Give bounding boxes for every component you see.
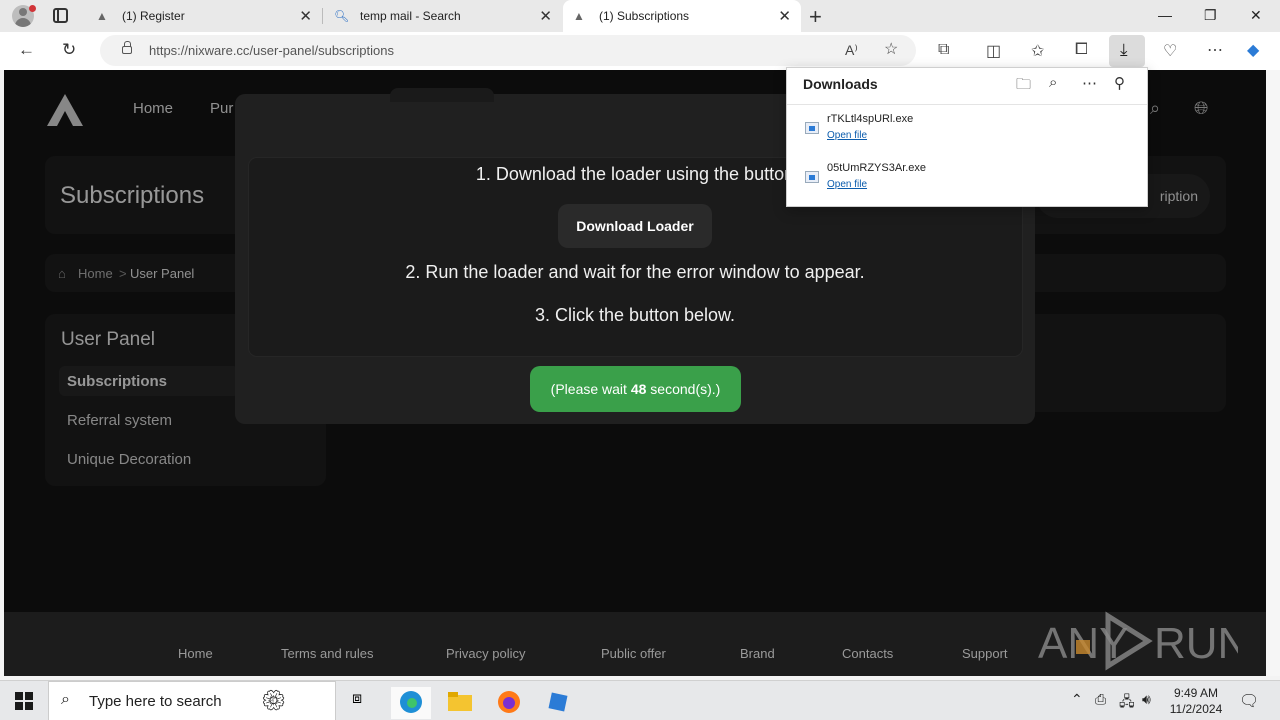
page-scrollbar[interactable] <box>1266 70 1280 676</box>
exe-file-icon <box>805 171 819 183</box>
volume-icon[interactable]: 🔊︎ <box>1142 691 1151 708</box>
downloads-title: Downloads <box>803 76 878 92</box>
download-filename[interactable]: rTKLtl4spURl.exe <box>827 113 913 125</box>
search-placeholder: Type here to search <box>89 693 222 710</box>
browser-essentials-icon[interactable]: ♡ <box>1163 41 1177 61</box>
file-explorer-icon[interactable] <box>440 687 480 719</box>
tab-title: (1) Register <box>122 9 185 23</box>
windows-taskbar: ⌕ Type here to search 🌼︎ ⧈ ⌃ ⎙ 🖧︎ 🔊︎ 9:4… <box>0 680 1280 720</box>
new-tab-button[interactable]: + <box>809 4 822 30</box>
task-view-icon[interactable]: ⧈ <box>342 687 382 719</box>
downloads-panel: Downloads 🗀︎ ⌕ ⋯ ⚲ rTKLtl4spURl.exe Open… <box>786 67 1148 207</box>
footer-link-terms[interactable]: Terms and rules <box>281 646 373 661</box>
tab-title: (1) Subscriptions <box>599 9 690 23</box>
instruction-step-3: 3. Click the button below. <box>534 305 736 325</box>
refresh-icon[interactable]: ↻ <box>62 40 76 60</box>
more-options-icon[interactable]: ⋯ <box>1082 74 1097 92</box>
footer-link-contacts[interactable]: Contacts <box>842 646 893 661</box>
search-icon: ⌕ <box>61 691 70 708</box>
taskbar-search-box[interactable]: ⌕ Type here to search 🌼︎ <box>48 681 336 720</box>
device-icon[interactable]: ⎙ <box>1095 691 1106 708</box>
wait-countdown-button[interactable]: (Please wait 48 second(s).) <box>530 366 741 412</box>
site-favicon-icon: ▲ <box>573 9 585 23</box>
clock-time: 9:49 AM <box>1173 686 1219 700</box>
app-taskbar-icon[interactable] <box>538 687 578 719</box>
search-highlight-icon: 🌼︎ <box>261 690 287 712</box>
site-favicon-icon: ▲ <box>96 9 108 23</box>
download-loader-button[interactable]: Download Loader <box>558 204 712 248</box>
download-icon: ⤓ <box>1120 40 1128 59</box>
download-filename[interactable]: 05tUmRZYS3Ar.exe <box>827 162 926 174</box>
tab-divider <box>322 8 323 24</box>
url-text[interactable]: https://nixware.cc/user-panel/subscripti… <box>149 43 394 58</box>
close-tab-icon[interactable]: ✕ <box>299 7 312 25</box>
taskbar-clock[interactable]: 9:49 AM 11/2/2024 <box>1166 685 1226 717</box>
downloads-button[interactable]: ⤓ <box>1109 35 1145 67</box>
read-aloud-icon[interactable]: A⁾ <box>845 42 858 59</box>
footer-link-brand[interactable]: Brand <box>740 646 775 661</box>
open-file-link[interactable]: Open file <box>827 179 867 190</box>
tab-temp-mail[interactable]: 🔍︎ temp mail - Search ✕ <box>324 0 562 32</box>
tab-register[interactable]: ▲ (1) Register ✕ <box>86 0 322 32</box>
show-hidden-icons[interactable]: ⌃ <box>1071 691 1083 708</box>
close-tab-icon[interactable]: ✕ <box>539 7 552 25</box>
close-tab-icon[interactable]: ✕ <box>778 7 791 25</box>
extensions-icon[interactable]: ⧉ <box>938 41 949 59</box>
browser-tab-bar: ▲ (1) Register ✕ 🔍︎ temp mail - Search ✕… <box>0 0 1280 32</box>
favorite-star-icon[interactable]: ☆ <box>884 39 898 59</box>
tab-title: temp mail - Search <box>360 9 461 23</box>
close-window-button[interactable]: ✕ <box>1250 7 1262 24</box>
footer-link-public-offer[interactable]: Public offer <box>601 646 666 661</box>
collections-icon[interactable]: ⧠ <box>1075 41 1088 59</box>
footer-link-home[interactable]: Home <box>178 646 213 661</box>
footer-link-support[interactable]: Support <box>962 646 1008 661</box>
windows-start-icon[interactable] <box>15 692 33 710</box>
network-icon[interactable]: 🖧︎ <box>1119 691 1135 715</box>
search-icon: 🔍︎ <box>334 9 350 23</box>
tab-subscriptions[interactable]: ▲ (1) Subscriptions ✕ <box>563 0 801 32</box>
split-screen-icon[interactable]: ◫ <box>986 41 1001 61</box>
instruction-step-2: 2. Run the loader and wait for the error… <box>405 262 865 282</box>
notification-dot <box>29 5 36 12</box>
more-menu-icon[interactable]: ⋯ <box>1207 40 1223 60</box>
restore-button[interactable]: ❐ <box>1204 7 1217 24</box>
exe-file-icon <box>805 122 819 134</box>
pin-icon[interactable]: ⚲ <box>1114 74 1125 92</box>
edge-taskbar-icon[interactable] <box>391 687 431 719</box>
minimize-button[interactable]: — <box>1158 7 1172 23</box>
search-downloads-icon[interactable]: ⌕ <box>1049 74 1057 91</box>
clock-date: 11/2/2024 <box>1169 702 1223 716</box>
modal-tab <box>390 88 494 102</box>
browser-toolbar: ← ↻ https://nixware.cc/user-panel/subscr… <box>0 32 1280 70</box>
open-file-link[interactable]: Open file <box>827 130 867 141</box>
firefox-icon[interactable] <box>489 687 529 719</box>
lock-icon[interactable] <box>122 41 132 54</box>
anyrun-watermark-logo: ANY RUN <box>1038 611 1238 671</box>
copilot-icon[interactable]: ◆ <box>1247 40 1259 60</box>
address-bar[interactable]: https://nixware.cc/user-panel/subscripti… <box>100 35 916 66</box>
favorites-icon[interactable]: ✩ <box>1031 41 1044 61</box>
notifications-icon[interactable]: 🗨︎ <box>1239 691 1259 711</box>
panel-divider <box>787 104 1147 105</box>
svg-text:RUN: RUN <box>1154 619 1238 668</box>
back-icon[interactable]: ← <box>18 40 35 60</box>
open-folder-icon[interactable]: 🗀︎ <box>1016 74 1031 99</box>
countdown-seconds: 48 <box>630 381 647 397</box>
footer-link-privacy[interactable]: Privacy policy <box>446 646 525 661</box>
tab-actions-icon[interactable] <box>53 8 68 23</box>
